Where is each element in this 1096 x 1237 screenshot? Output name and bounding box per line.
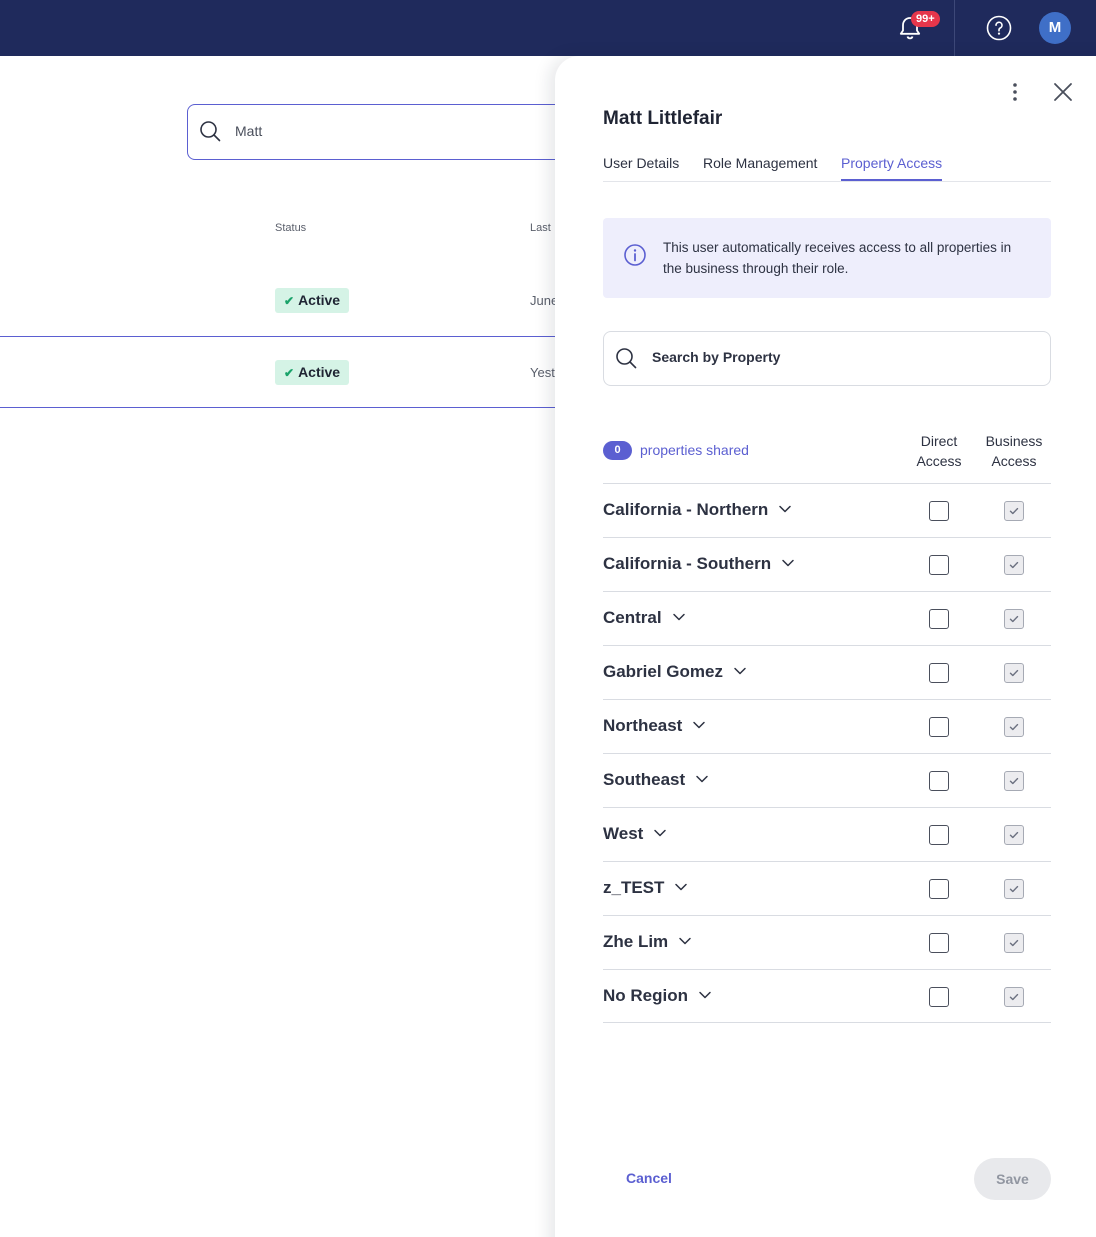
region-expand-toggle[interactable]: Zhe Lim xyxy=(603,932,692,952)
chevron-down-icon xyxy=(781,555,795,569)
region-list: California - Northern California - Southe… xyxy=(603,483,1051,1023)
region-row: No Region xyxy=(603,969,1051,1023)
search-icon xyxy=(615,347,637,369)
notification-count-badge: 99+ xyxy=(911,11,940,27)
close-icon[interactable] xyxy=(1052,81,1074,103)
region-expand-toggle[interactable]: No Region xyxy=(603,986,712,1006)
business-access-column-header: Business Access xyxy=(985,433,1043,469)
business-access-checkbox xyxy=(1004,987,1024,1007)
save-button[interactable]: Save xyxy=(974,1158,1051,1200)
drawer-title: Matt Littlefair xyxy=(603,108,723,129)
region-expand-toggle[interactable]: Gabriel Gomez xyxy=(603,662,747,682)
chevron-down-icon xyxy=(674,879,688,893)
region-row: z_TEST xyxy=(603,861,1051,915)
region-row: California - Southern xyxy=(603,537,1051,591)
business-access-checkbox xyxy=(1004,663,1024,683)
region-name: Central xyxy=(603,608,662,627)
region-expand-toggle[interactable]: California - Northern xyxy=(603,500,792,520)
region-name: California - Southern xyxy=(603,554,772,573)
region-name: California - Northern xyxy=(603,500,769,519)
region-expand-toggle[interactable]: Southeast xyxy=(603,770,709,790)
region-name: West xyxy=(603,824,644,843)
chevron-down-icon xyxy=(698,987,712,1001)
search-icon xyxy=(199,120,221,142)
region-name: Northeast xyxy=(603,716,683,735)
info-icon xyxy=(623,243,647,267)
region-expand-toggle[interactable]: West xyxy=(603,824,667,844)
business-access-checkbox xyxy=(1004,771,1024,791)
direct-access-checkbox[interactable] xyxy=(929,717,949,737)
region-row: West xyxy=(603,807,1051,861)
chevron-down-icon xyxy=(672,609,686,623)
last-column-header: Last xyxy=(530,222,551,234)
chevron-down-icon xyxy=(695,771,709,785)
status-badge: ✔ Active xyxy=(275,360,350,385)
region-row: Gabriel Gomez xyxy=(603,645,1051,699)
topbar-divider xyxy=(954,0,955,56)
direct-access-column-header: Direct Access xyxy=(916,433,962,469)
direct-access-checkbox[interactable] xyxy=(929,933,949,953)
check-icon: ✔ xyxy=(284,294,295,308)
chevron-down-icon xyxy=(733,663,747,677)
region-expand-toggle[interactable]: California - Southern xyxy=(603,554,795,574)
properties-shared-label: properties shared xyxy=(640,442,749,458)
region-row: Zhe Lim xyxy=(603,915,1051,969)
region-expand-toggle[interactable]: z_TEST xyxy=(603,878,688,898)
status-badge: ✔ Active xyxy=(275,288,350,313)
info-banner-text: This user automatically receives access … xyxy=(663,240,1012,276)
check-icon: ✔ xyxy=(284,366,295,380)
business-access-checkbox xyxy=(1004,825,1024,845)
last-active-value: June xyxy=(530,293,559,308)
direct-access-checkbox[interactable] xyxy=(929,771,949,791)
row-divider xyxy=(0,407,560,408)
direct-access-checkbox[interactable] xyxy=(929,879,949,899)
tab-property-access[interactable]: Property Access xyxy=(841,155,943,181)
avatar[interactable]: M xyxy=(1039,12,1071,44)
business-access-checkbox xyxy=(1004,555,1024,575)
region-row: Northeast xyxy=(603,699,1051,753)
drawer-tabs: User Details Role Management Property Ac… xyxy=(603,155,1051,182)
business-access-checkbox xyxy=(1004,717,1024,737)
chevron-down-icon xyxy=(692,717,706,731)
region-name: Southeast xyxy=(603,770,686,789)
region-name: z_TEST xyxy=(603,878,665,897)
region-name: Gabriel Gomez xyxy=(603,662,723,681)
direct-access-checkbox[interactable] xyxy=(929,609,949,629)
direct-access-checkbox[interactable] xyxy=(929,663,949,683)
business-access-checkbox xyxy=(1004,933,1024,953)
properties-shared-count: 0 xyxy=(603,441,632,460)
region-expand-toggle[interactable]: Central xyxy=(603,608,686,628)
chevron-down-icon xyxy=(778,501,792,515)
cancel-button[interactable]: Cancel xyxy=(626,1170,672,1186)
region-name: No Region xyxy=(603,986,688,1005)
direct-access-checkbox[interactable] xyxy=(929,555,949,575)
property-search-placeholder: Search by Property xyxy=(652,349,781,365)
region-name: Zhe Lim xyxy=(603,932,669,951)
region-row: Southeast xyxy=(603,753,1051,807)
tab-user-details[interactable]: User Details xyxy=(603,155,679,181)
business-access-checkbox xyxy=(1004,501,1024,521)
tab-role-management[interactable]: Role Management xyxy=(703,155,817,181)
business-access-checkbox xyxy=(1004,609,1024,629)
top-navigation-bar: 99+ M xyxy=(0,0,1096,56)
user-search-value: Matt xyxy=(235,123,263,139)
chevron-down-icon xyxy=(653,825,667,839)
last-active-value: Yest xyxy=(530,365,555,380)
direct-access-checkbox[interactable] xyxy=(929,987,949,1007)
row-divider xyxy=(0,336,560,337)
help-icon[interactable] xyxy=(986,15,1012,41)
direct-access-checkbox[interactable] xyxy=(929,501,949,521)
region-row: Central xyxy=(603,591,1051,645)
direct-access-checkbox[interactable] xyxy=(929,825,949,845)
region-row: California - Northern xyxy=(603,483,1051,537)
region-expand-toggle[interactable]: Northeast xyxy=(603,716,706,736)
chevron-down-icon xyxy=(678,933,692,947)
business-access-checkbox xyxy=(1004,879,1024,899)
more-options-icon[interactable] xyxy=(1004,81,1026,103)
status-column-header: Status xyxy=(275,222,307,234)
